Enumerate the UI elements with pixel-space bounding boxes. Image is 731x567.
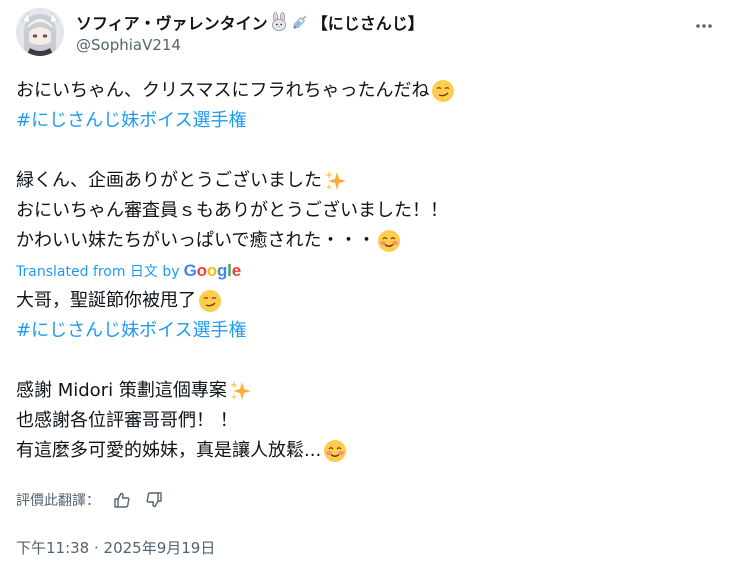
original-line-1: おにいちゃん、クリスマスにフラれちゃったんだね [16, 76, 716, 106]
original-line-3-text: 緑くん、企画ありがとうございました [16, 170, 322, 191]
tweet-body: おにいちゃん、クリスマスにフラれちゃったんだね #にじさんじ妹ボイス選手権 緑く… [16, 76, 716, 466]
translated-line-3: 感謝 Midori 策劃這個專案 [16, 376, 716, 406]
translated-line-1: 大哥，聖誕節你被甩了 [16, 286, 716, 316]
smirking-face-icon [198, 289, 222, 313]
rate-translation-label: 評價此翻譯： [16, 493, 100, 509]
original-line-3: 緑くん、企画ありがとうございました [16, 166, 716, 196]
rabbit-icon [269, 12, 289, 32]
display-name[interactable]: ソフィア・ヴァレンタイン [76, 10, 268, 34]
translated-line-4: 也感謝各位評審哥哥們！ ！ [16, 406, 716, 436]
display-name-row[interactable]: ソフィア・ヴァレンタイン 【にじさんじ】 [76, 10, 424, 34]
sparkles-icon [324, 169, 348, 193]
tweet-header: ソフィア・ヴァレンタイン 【にじさんじ】 @SophiaV214 [16, 8, 716, 64]
original-line-5: かわいい妹たちがいっぱいで癒された・・・ [16, 226, 716, 256]
original-line-5-text: かわいい妹たちがいっぱいで癒された・・・ [16, 230, 376, 251]
original-line-4-text: おにいちゃん審査員ｓもありがとうございました！！ [16, 200, 448, 221]
translated-line-4-text: 也感謝各位評審哥哥們！ ！ [16, 410, 238, 431]
original-hashtag-line: #にじさんじ妹ボイス選手権 [16, 106, 716, 136]
translated-hashtag-line: #にじさんじ妹ボイス選手権 [16, 316, 716, 346]
display-name-suffix[interactable]: 【にじさんじ】 [312, 10, 424, 34]
translated-line-5-text: 有這麼多可愛的姊妹，真是讓人放鬆... [16, 440, 322, 461]
smirking-face-icon [431, 79, 455, 103]
thumbs-down-icon[interactable] [144, 490, 164, 510]
smiling-face-icon [377, 229, 401, 253]
tweet-timestamp[interactable]: 下午11:38 · 2025年9月19日 [16, 537, 215, 558]
user-handle[interactable]: @SophiaV214 [76, 36, 181, 54]
more-icon [696, 24, 712, 28]
translated-line-5: 有這麼多可愛的姊妹，真是讓人放鬆... [16, 436, 716, 466]
avatar[interactable] [16, 8, 64, 56]
translated-label[interactable]: Translated from 日文 by [16, 261, 180, 281]
smiling-face-icon [323, 439, 347, 463]
rate-translation-row: 評價此翻譯： [16, 486, 164, 514]
syringe-icon [290, 12, 310, 32]
thumbs-up-icon[interactable] [112, 490, 132, 510]
original-line-4: おにいちゃん審査員ｓもありがとうございました！！ [16, 196, 716, 226]
sparkles-icon [229, 379, 253, 403]
translated-hashtag-link[interactable]: #にじさんじ妹ボイス選手権 [16, 316, 247, 346]
google-logo: Google [183, 261, 242, 280]
translated-label-row: Translated from 日文 by Google [16, 256, 716, 286]
translated-line-1-text: 大哥，聖誕節你被甩了 [16, 290, 196, 311]
tweet: ソフィア・ヴァレンタイン 【にじさんじ】 @SophiaV214 おにいちゃん、… [0, 0, 731, 567]
original-hashtag-link[interactable]: #にじさんじ妹ボイス選手権 [16, 106, 247, 136]
original-line-1-text: おにいちゃん、クリスマスにフラれちゃったんだね [16, 80, 430, 101]
more-options-button[interactable] [692, 14, 716, 38]
translated-line-3-text: 感謝 Midori 策劃這個專案 [16, 380, 227, 401]
